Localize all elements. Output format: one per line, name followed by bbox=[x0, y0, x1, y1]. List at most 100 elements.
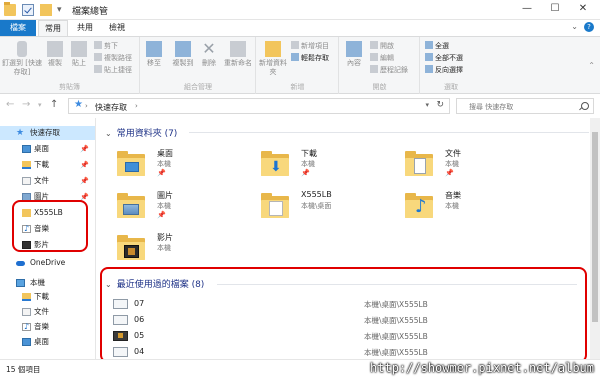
section-divider bbox=[217, 284, 577, 285]
folder-icon: ⬇ bbox=[259, 148, 291, 178]
select-all-icon bbox=[425, 41, 433, 49]
rename-button[interactable]: 重新命名 bbox=[221, 41, 255, 68]
chevron-down-icon[interactable]: ⌄ bbox=[105, 280, 112, 289]
download-arrow-icon: ⬇ bbox=[270, 159, 282, 175]
folder-icon bbox=[115, 190, 147, 220]
maximize-button[interactable]: ☐ bbox=[541, 0, 569, 20]
properties-check-icon[interactable] bbox=[22, 4, 34, 16]
folder-icon[interactable] bbox=[4, 2, 16, 16]
sidebar-item-videos[interactable]: 影片 bbox=[0, 238, 95, 252]
paste-button[interactable]: 貼上 bbox=[68, 41, 90, 68]
new-item-button[interactable]: 新增項目 bbox=[291, 41, 329, 51]
recent-file-row[interactable]: 06 本機\桌面\X555LB bbox=[107, 312, 587, 327]
pin-icon[interactable]: 📌 bbox=[80, 174, 89, 188]
recent-locations-icon[interactable]: ▾ bbox=[38, 101, 42, 109]
sidebar-item-onedrive[interactable]: OneDrive bbox=[0, 256, 95, 270]
section-divider bbox=[189, 132, 589, 133]
folder-tile-desktop[interactable]: 桌面 本機 📌 bbox=[115, 146, 255, 186]
easy-access-button[interactable]: 輕鬆存取 bbox=[291, 53, 329, 63]
search-input[interactable]: 搜尋 快速存取 bbox=[456, 98, 594, 114]
select-all-button[interactable]: 全選 bbox=[425, 41, 449, 51]
star-icon: ★ bbox=[16, 128, 25, 138]
new-folder-icon[interactable] bbox=[40, 4, 52, 16]
chevron-down-icon[interactable]: ⌄ bbox=[105, 129, 112, 138]
edit-button[interactable]: 編輯 bbox=[370, 53, 394, 63]
pin-icon[interactable]: 📌 bbox=[80, 158, 89, 172]
sidebar-item-downloads[interactable]: 下載 📌 bbox=[0, 158, 95, 172]
folder-tile-documents[interactable]: 文件 本機 📌 bbox=[403, 146, 543, 186]
download-icon bbox=[22, 293, 31, 301]
pin-quick-access-button[interactable]: 釘選到 [快速存取] bbox=[2, 41, 42, 77]
status-bar: 15 個項目 http://showmer.pixnet.net/album bbox=[0, 359, 600, 377]
collapse-ribbon-icon[interactable]: ⌃ bbox=[588, 61, 595, 70]
picture-icon bbox=[22, 193, 31, 201]
sidebar-item-pc-music[interactable]: 音樂 bbox=[0, 320, 95, 334]
chevron-right-icon[interactable]: › bbox=[85, 102, 88, 110]
minimize-button[interactable]: — bbox=[513, 0, 541, 20]
new-folder-button[interactable]: 新增資料夾 bbox=[259, 41, 287, 77]
sidebar-item-this-pc[interactable]: 本機 bbox=[0, 276, 95, 290]
paste-shortcut-button[interactable]: 貼上捷徑 bbox=[94, 65, 132, 75]
folder-tile-videos[interactable]: 影片 本機 bbox=[115, 230, 255, 270]
copy-path-button[interactable]: 複製路徑 bbox=[94, 53, 132, 63]
customize-toolbar-icon[interactable]: ▾ bbox=[57, 5, 62, 15]
folder-tile-x555lb[interactable]: X555LB 本機\桌面 bbox=[259, 188, 399, 228]
image-file-icon bbox=[113, 315, 128, 325]
address-bar[interactable]: ★ › 快速存取 › ▾ ↻ bbox=[68, 98, 450, 114]
copy-button[interactable]: 複製 bbox=[44, 41, 66, 68]
frequent-folders-header[interactable]: ⌄ 常用資料夾 (7) bbox=[105, 126, 177, 139]
pin-icon: 📌 bbox=[445, 169, 454, 177]
tab-home[interactable]: 常用 bbox=[38, 20, 68, 36]
history-button[interactable]: 歷程記錄 bbox=[370, 65, 408, 75]
sidebar-item-quick-access[interactable]: ★ 快速存取 bbox=[0, 126, 95, 140]
ribbon: 釘選到 [快速存取] 複製 貼上 剪下 複製路徑 貼上捷徑 剪貼簿 移至 複製到… bbox=[0, 36, 600, 94]
sidebar-item-music[interactable]: 音樂 bbox=[0, 222, 95, 236]
delete-x-icon: ✕ bbox=[202, 39, 216, 58]
pin-icon[interactable]: 📌 bbox=[80, 142, 89, 156]
expand-ribbon-icon[interactable]: ⌄ bbox=[571, 22, 578, 31]
tab-share[interactable]: 共用 bbox=[72, 20, 98, 36]
desktop-icon bbox=[125, 162, 139, 172]
folder-tile-pictures[interactable]: 圖片 本機 📌 bbox=[115, 188, 255, 228]
up-arrow-icon[interactable]: ↑ bbox=[50, 99, 58, 110]
close-button[interactable]: ✕ bbox=[569, 0, 597, 20]
move-to-icon bbox=[146, 41, 162, 57]
select-group-label: 選取 bbox=[444, 83, 458, 91]
recent-file-row[interactable]: 05 本機\桌面\X555LB bbox=[107, 328, 587, 343]
refresh-icon[interactable]: ↻ bbox=[436, 100, 444, 110]
folder-tile-downloads[interactable]: ⬇ 下載 本機 📌 bbox=[259, 146, 399, 186]
address-dropdown-icon[interactable]: ▾ bbox=[425, 101, 429, 109]
delete-button[interactable]: ✕ 刪除 bbox=[199, 41, 219, 68]
help-icon[interactable]: ? bbox=[584, 22, 594, 32]
open-button[interactable]: 開啟 bbox=[370, 41, 394, 51]
tab-file[interactable]: 檔案 bbox=[0, 20, 36, 36]
sidebar-item-pictures[interactable]: 圖片 📌 bbox=[0, 190, 95, 204]
music-note-icon: ♪ bbox=[415, 196, 427, 217]
forward-arrow-icon[interactable]: → bbox=[22, 99, 30, 110]
search-placeholder: 搜尋 快速存取 bbox=[469, 103, 514, 111]
recent-files-header[interactable]: ⌄ 最近使用過的檔案 (8) bbox=[105, 277, 204, 290]
tab-view[interactable]: 檢視 bbox=[104, 20, 130, 36]
folder-tile-music[interactable]: ♪ 音樂 本機 bbox=[403, 188, 543, 228]
sidebar-item-x555lb[interactable]: X555LB bbox=[0, 206, 95, 220]
properties-button[interactable]: 內容 bbox=[344, 41, 364, 68]
recent-file-row[interactable]: 07 本機\桌面\X555LB bbox=[107, 296, 587, 311]
new-folder-icon bbox=[265, 41, 281, 57]
picture-icon bbox=[123, 204, 139, 215]
copy-to-button[interactable]: 複製到 bbox=[169, 41, 197, 68]
sidebar-item-desktop[interactable]: 桌面 📌 bbox=[0, 142, 95, 156]
sidebar-item-pc-desktop[interactable]: 桌面 bbox=[0, 335, 95, 349]
back-arrow-icon[interactable]: ← bbox=[6, 99, 14, 110]
select-none-button[interactable]: 全部不選 bbox=[425, 53, 463, 63]
documents-icon bbox=[269, 201, 283, 216]
cut-button[interactable]: 剪下 bbox=[94, 41, 118, 51]
move-to-button[interactable]: 移至 bbox=[143, 41, 165, 68]
recent-file-row[interactable]: 04 本機\桌面\X555LB bbox=[107, 344, 587, 359]
pin-icon[interactable]: 📌 bbox=[80, 190, 89, 204]
scrollbar-thumb[interactable] bbox=[592, 132, 598, 322]
invert-selection-button[interactable]: 反向選擇 bbox=[425, 65, 463, 75]
chevron-right-icon[interactable]: › bbox=[135, 102, 138, 110]
sidebar-item-pc-documents[interactable]: 文件 bbox=[0, 305, 95, 319]
sidebar-item-documents[interactable]: 文件 📌 bbox=[0, 174, 95, 188]
sidebar-item-pc-downloads[interactable]: 下載 bbox=[0, 290, 95, 304]
